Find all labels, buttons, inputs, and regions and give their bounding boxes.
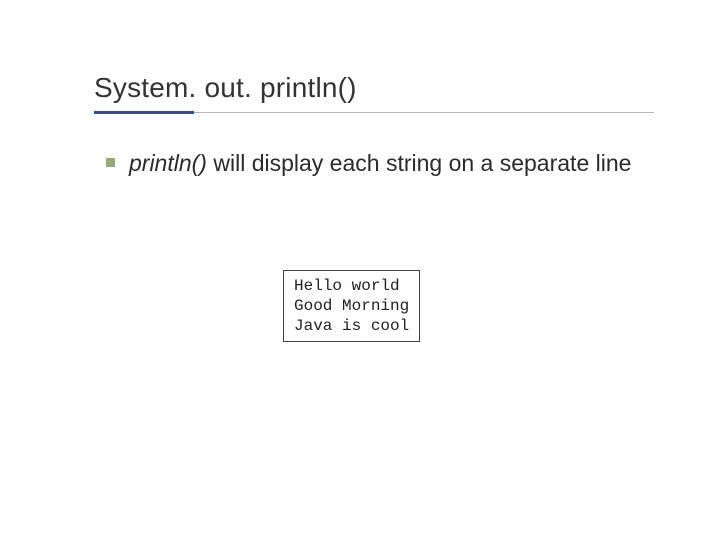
square-bullet-icon xyxy=(106,158,115,167)
slide-title: System. out. println() xyxy=(94,72,357,104)
title-block: System. out. println() xyxy=(94,72,357,104)
output-line-1: Hello world xyxy=(294,277,400,295)
method-name: println() xyxy=(129,150,207,176)
output-line-3: Java is cool xyxy=(294,317,409,335)
output-line-2: Good Morning xyxy=(294,297,409,315)
bullet-text: println() will display each string on a … xyxy=(129,148,631,179)
bullet-item: println() will display each string on a … xyxy=(106,148,646,179)
slide: System. out. println() println() will di… xyxy=(0,0,720,540)
slide-body: println() will display each string on a … xyxy=(106,148,646,179)
output-box: Hello world Good Morning Java is cool xyxy=(283,270,420,342)
bullet-rest: will display each string on a separate l… xyxy=(207,150,631,176)
title-underline xyxy=(94,112,654,113)
